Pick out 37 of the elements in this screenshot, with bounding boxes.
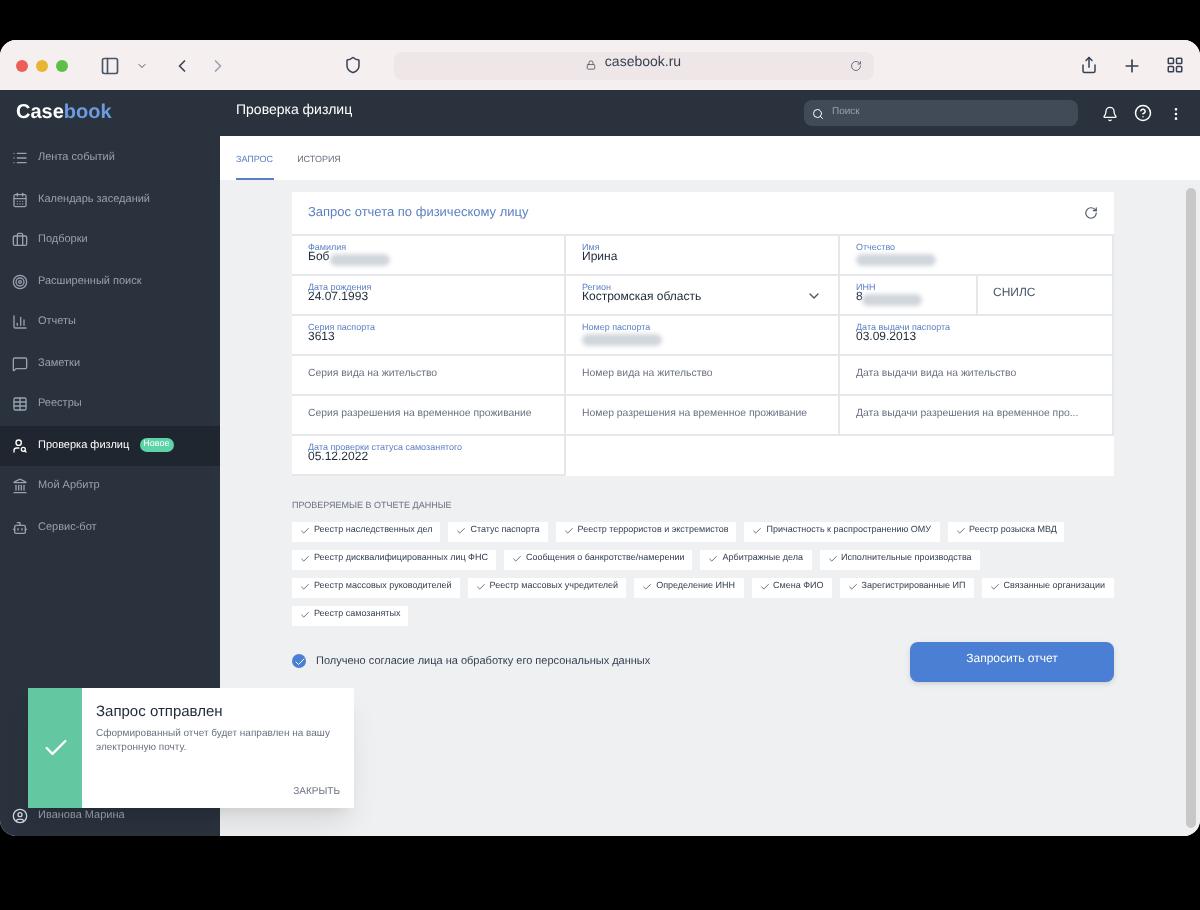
check-icon [827,554,838,565]
check-icon [300,610,310,621]
help-icon[interactable] [1134,104,1152,122]
consent-checkbox[interactable] [292,654,306,669]
lock-icon [586,60,597,70]
check-icon [642,582,653,593]
check-icon [563,526,574,537]
share-icon[interactable] [1080,56,1098,74]
scrollbar[interactable] [1186,188,1196,828]
search-icon [812,107,824,119]
blurred-text [862,293,923,306]
close-window-icon[interactable] [16,59,28,71]
new-tab-icon[interactable] [1122,55,1142,75]
check-icon [456,526,467,537]
check-icon [475,582,486,593]
logo-text: Casebook [16,100,112,128]
tab-overview-icon[interactable] [1166,56,1184,74]
check-icon [293,655,305,668]
reset-icon[interactable] [1084,206,1098,220]
shield-icon[interactable] [344,56,362,74]
blurred-text [329,253,390,266]
check-icon [955,526,966,537]
reload-icon[interactable] [850,59,862,71]
blurred-text [582,333,662,346]
user-avatar-icon[interactable] [12,808,28,824]
check-icon [989,582,1000,593]
check-icon [708,554,719,565]
check-icon [759,582,769,593]
check-icon [511,554,522,565]
check-icon [300,554,310,565]
check-icon [300,526,310,537]
check-icon [752,526,763,537]
notification-icon[interactable] [1102,105,1118,121]
sidebar-toggle-icon[interactable] [100,55,120,75]
blurred-text [856,253,936,266]
check-icon [847,582,858,593]
check-icon [300,582,310,593]
